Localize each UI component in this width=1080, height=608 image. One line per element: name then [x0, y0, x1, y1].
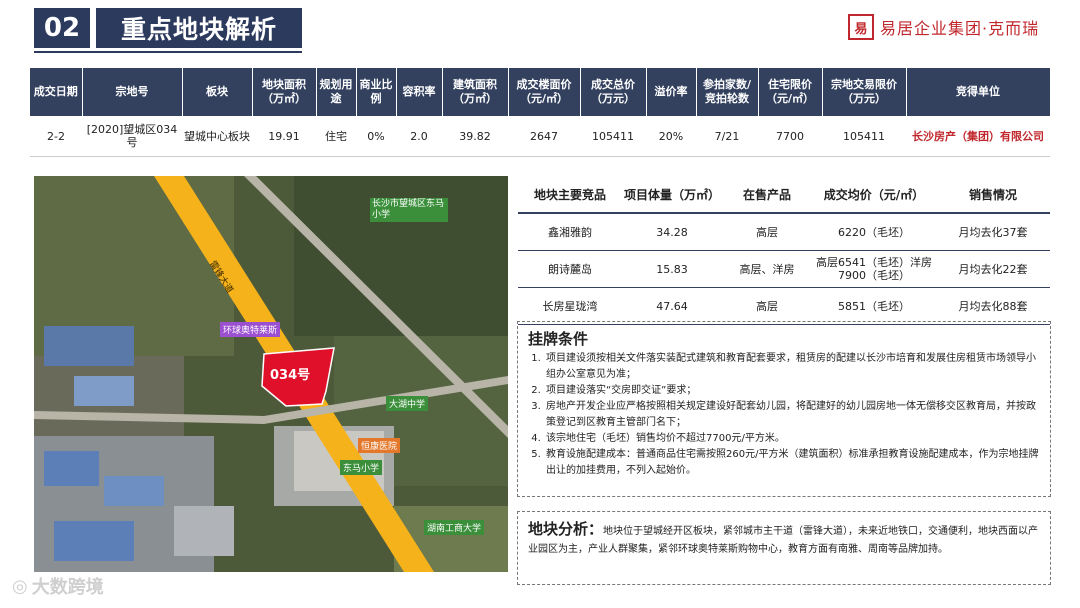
table-row: 朗诗麓岛 15.83 高层、洋房 高层6541（毛坯）洋房7900（毛坯） 月均…: [518, 250, 1050, 288]
project-sales: 月均去化37套: [936, 213, 1050, 251]
project-sales: 月均去化88套: [936, 287, 1050, 325]
conditions-title: 挂牌条件: [528, 330, 589, 348]
project-name: 朗诗麓岛: [518, 250, 622, 288]
col-header: 容积率: [396, 68, 443, 116]
project-products: 高层: [722, 213, 812, 251]
col-header: 宗地号: [82, 68, 183, 116]
page-title: 重点地块解析: [96, 8, 302, 48]
project-price: 高层6541（毛坯）洋房7900（毛坯）: [812, 250, 936, 288]
col-header: 规划用途: [316, 68, 357, 116]
table-cell: 105411: [822, 116, 906, 157]
table-row: 长房星珑湾 47.64 高层 5851（毛坯） 月均去化88套: [518, 287, 1050, 325]
table-cell: 7700: [758, 116, 822, 157]
project-price: 5851（毛坯）: [812, 287, 936, 325]
table-cell: [2020]望城区034号: [82, 116, 182, 157]
map-label-mall: 环球奥特莱斯: [220, 322, 281, 337]
map-label-dongma-primary: 东马小学: [340, 460, 383, 475]
map-label-parcel: 034号: [270, 368, 311, 383]
table-row: 2-2 [2020]望城区034号 望城中心板块 19.91 住宅 0% 2.0…: [30, 116, 1050, 157]
col-header: 地块面积（万㎡）: [252, 68, 317, 116]
table-cell: 20%: [646, 116, 696, 157]
table-row: 鑫湘雅韵 34.28 高层 6220（毛坯） 月均去化37套: [518, 213, 1050, 251]
col-header: 板块: [182, 68, 253, 116]
watermark: ◎ 大数跨境: [12, 573, 104, 599]
table-cell: 19.91: [252, 116, 316, 157]
winning-bidder-cell: 长沙房产（集团）有限公司: [906, 116, 1050, 157]
col-header: 项目体量（万㎡）: [622, 176, 722, 214]
condition-item: 项目建设落实“交房即交证”要求；: [544, 383, 1040, 399]
col-header: 参拍家数/竞拍轮数: [696, 68, 759, 116]
col-header: 成交日期: [30, 68, 83, 116]
col-header: 在售产品: [722, 176, 812, 214]
conditions-list: 项目建设须按相关文件落实装配式建筑和教育配套要求，租赁房的配建以长沙市培育和发展…: [528, 351, 1040, 479]
table-cell: 望城中心板块: [182, 116, 252, 157]
table-cell: 105411: [580, 116, 646, 157]
listing-conditions-box: 挂牌条件 项目建设须按相关文件落实装配式建筑和教育配套要求，租赁房的配建以长沙市…: [517, 321, 1051, 497]
map-label-dahu-middle: 大湖中学: [386, 396, 429, 411]
table-cell: 2.0: [396, 116, 442, 157]
projects-table-header: 地块主要竞品 项目体量（万㎡） 在售产品 成交均价（元/㎡） 销售情况: [518, 176, 1050, 214]
analysis-text: 地块位于望城经开区板块，紧邻城市主干道（雷锋大道），未来近地铁口，交通便利，地块…: [528, 526, 1039, 555]
col-header: 成交总价（万元）: [580, 68, 647, 116]
col-header: 建筑面积（万㎡）: [442, 68, 509, 116]
project-volume: 15.83: [622, 250, 722, 288]
project-volume: 47.64: [622, 287, 722, 325]
transaction-table: 成交日期 宗地号 板块 地块面积（万㎡） 规划用途 商业比例 容积率 建筑面积（…: [30, 68, 1051, 157]
table-cell: 2647: [508, 116, 580, 157]
project-price: 6220（毛坯）: [812, 213, 936, 251]
table-cell: 2-2: [30, 116, 82, 157]
logo-text: 易居企业集团·克而瑞: [880, 19, 1040, 38]
table-cell: 39.82: [442, 116, 508, 157]
satellite-map: 034号 长沙市望城区东马小学 环球奥特莱斯 大湖中学 恒康医院 东马小学 湖南…: [34, 176, 508, 572]
transaction-table-header: 成交日期 宗地号 板块 地块面积（万㎡） 规划用途 商业比例 容积率 建筑面积（…: [30, 68, 1051, 116]
col-header: 宗地交易限价（万元）: [822, 68, 907, 116]
condition-item: 该宗地住宅（毛坯）销售均价不超过7700元/平方米。: [544, 431, 1040, 447]
project-volume: 34.28: [622, 213, 722, 251]
condition-item: 教育设施配建成本：普通商品住宅需按照260元/平方米（建筑面积）标准承担教育设施…: [544, 447, 1040, 479]
watermark-logo-icon: ◎: [12, 575, 28, 597]
table-cell: 7/21: [696, 116, 758, 157]
condition-item: 项目建设须按相关文件落实装配式建筑和教育配套要求，租赁房的配建以长沙市培育和发展…: [544, 351, 1040, 383]
project-name: 长房星珑湾: [518, 287, 622, 325]
col-header: 竞得单位: [906, 68, 1051, 116]
logo-mark-icon: 易: [848, 14, 874, 40]
company-logo: 易 易居企业集团·克而瑞: [848, 14, 1039, 40]
col-header: 商业比例: [356, 68, 397, 116]
col-header: 地块主要竞品: [518, 176, 622, 214]
col-header: 成交均价（元/㎡）: [812, 176, 936, 214]
map-label-hunan-univ: 湖南工商大学: [424, 520, 485, 535]
table-cell: 0%: [356, 116, 396, 157]
title-underline: [34, 51, 302, 53]
section-number: 02: [34, 8, 90, 48]
analysis-title: 地块分析：: [528, 520, 604, 538]
competing-projects-table: 地块主要竞品 项目体量（万㎡） 在售产品 成交均价（元/㎡） 销售情况 鑫湘雅韵…: [518, 176, 1050, 325]
map-label-school-upper: 长沙市望城区东马小学: [370, 198, 448, 222]
project-sales: 月均去化22套: [936, 250, 1050, 288]
parcel-analysis-box: 地块分析：地块位于望城经开区板块，紧邻城市主干道（雷锋大道），未来近地铁口，交通…: [517, 511, 1051, 585]
col-header: 住宅限价（元/㎡）: [758, 68, 823, 116]
condition-item: 房地产开发企业应严格按照相关规定建设好配套幼儿园，将配建好的幼儿园房地一体无偿移…: [544, 399, 1040, 431]
map-label-hospital: 恒康医院: [358, 438, 401, 453]
col-header: 成交楼面价（元/㎡）: [508, 68, 581, 116]
watermark-text: 大数跨境: [31, 577, 104, 598]
col-header: 销售情况: [936, 176, 1050, 214]
project-products: 高层: [722, 287, 812, 325]
col-header: 溢价率: [646, 68, 697, 116]
table-cell: 住宅: [316, 116, 356, 157]
project-products: 高层、洋房: [722, 250, 812, 288]
project-name: 鑫湘雅韵: [518, 213, 622, 251]
